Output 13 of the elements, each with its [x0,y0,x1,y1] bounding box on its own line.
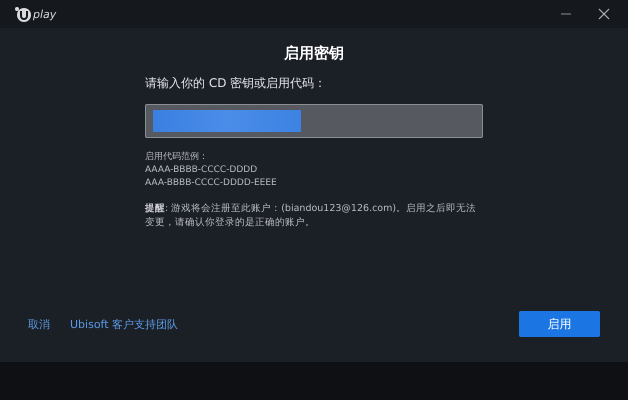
examples-label: 启用代码范例： [145,151,209,164]
close-icon [598,8,610,20]
key-input-field[interactable] [145,104,483,138]
logo-icon [14,5,32,23]
support-link[interactable]: Ubisoft 客户支持团队 [70,316,178,332]
example-code: AAAA-BBBB-CCCC-DDDD [145,164,258,177]
notice-text: 提醒: 游戏将会注册至此账户：(biandou123@126.com)。启用之后即无法变更，请确认你登录的是正确的账户。 [145,202,478,230]
prompt-label: 请输入你的 CD 密钥或启用代码： [145,75,328,92]
example-code: AAA-BBBB-CCCC-DDDD-EEEE [145,177,278,190]
cancel-link[interactable]: 取消 [28,316,50,332]
dialog-title: 启用密钥 [284,44,344,63]
activate-button[interactable]: 启用 [519,311,600,337]
logo-text: play [33,8,56,20]
